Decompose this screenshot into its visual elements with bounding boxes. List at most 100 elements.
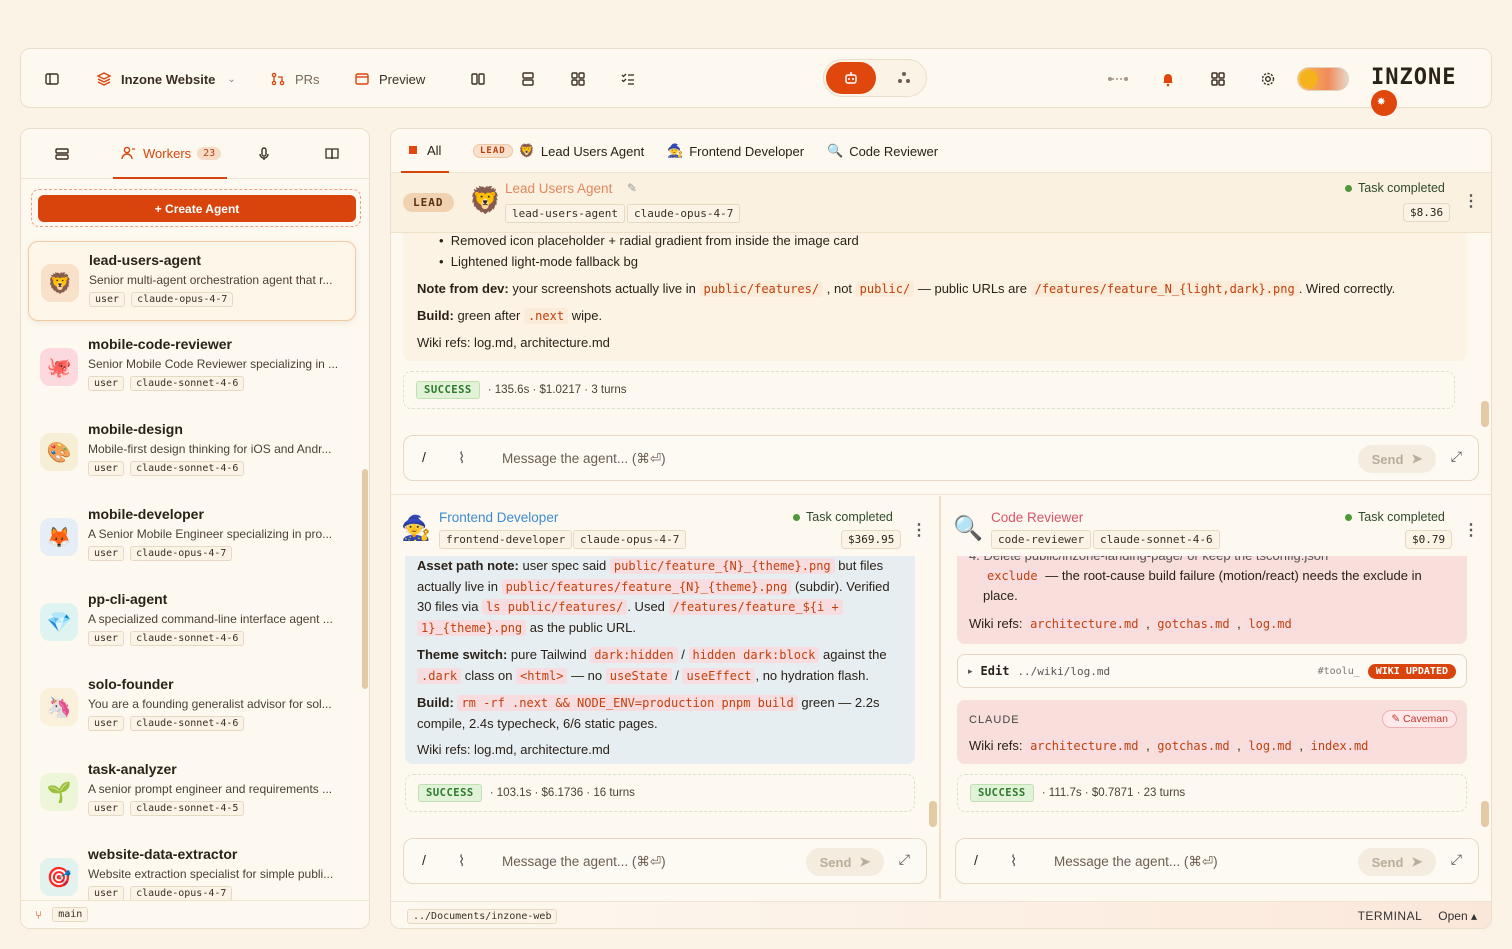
tab-all[interactable]: All	[401, 129, 450, 173]
wiki-refs: Wiki refs: architecture.md , gotchas.md …	[969, 736, 1373, 756]
paperclip-icon[interactable]: ⌇	[1010, 852, 1017, 870]
reviewer-menu-button[interactable]: ⋮	[1463, 520, 1479, 540]
robot-icon	[842, 69, 860, 87]
inline-code[interactable]: architecture.md	[1026, 615, 1143, 632]
tab-frontend[interactable]: 🧙 Frontend Developer	[667, 129, 804, 173]
reviewer-model: claude-sonnet-4-6	[1093, 530, 1220, 549]
book-icon	[323, 145, 341, 163]
avatar-emoji: 🎨	[46, 441, 72, 464]
agent-model-tag: claude-opus-4-7	[130, 546, 233, 561]
magnifier-icon: 🔍	[827, 143, 844, 158]
rows-icon	[519, 70, 537, 88]
cwd-path[interactable]: ../Documents/inzone-web	[407, 908, 558, 924]
gear-icon	[1259, 70, 1277, 88]
agent-list-item[interactable]: 🦊 mobile-developer A Senior Mobile Enginee…	[28, 496, 356, 576]
inline-code: /features/feature_N_{light,dark}.png	[1030, 281, 1299, 297]
layout-grid-button[interactable]	[569, 49, 587, 109]
tab-list[interactable]	[53, 129, 71, 179]
build-label: Build:	[417, 308, 454, 323]
avatar-emoji: 🦁	[47, 272, 73, 295]
send-button[interactable]: Send ➤	[1358, 445, 1436, 473]
preview-button[interactable]: Preview	[353, 49, 425, 109]
apps-button[interactable]	[1209, 49, 1227, 109]
expand-icon[interactable]: ⤢	[1451, 448, 1462, 465]
agent-description: Senior Mobile Code Reviewer specializing…	[88, 357, 339, 371]
branch-name[interactable]: main	[52, 907, 89, 922]
inline-code[interactable]: log.md	[1244, 615, 1296, 632]
agent-model-tag: claude-sonnet-4-6	[130, 461, 245, 476]
send-button[interactable]: Send ➤	[1358, 848, 1436, 876]
settings-button[interactable]	[1259, 49, 1277, 109]
inline-code[interactable]: index.md	[1306, 738, 1373, 754]
tab-reviewer[interactable]: 🔍 Code Reviewer	[827, 129, 938, 173]
wizard-avatar-icon: 🧙	[401, 515, 431, 542]
msg-text: against the	[823, 647, 887, 662]
inline-code[interactable]: architecture.md	[1026, 738, 1143, 754]
sidebar-toggle-button[interactable]	[43, 49, 61, 109]
frontend-scrollbar[interactable]	[929, 801, 937, 827]
terminal-label[interactable]: TERMINAL	[1358, 909, 1423, 923]
reviewer-panel-name: Code Reviewer	[991, 510, 1084, 525]
tab-docs[interactable]	[323, 129, 341, 179]
frontend-menu-button[interactable]: ⋮	[911, 520, 927, 540]
send-button[interactable]: Send ➤	[806, 848, 884, 876]
layout-columns-button[interactable]	[469, 49, 487, 109]
reviewer-message-input[interactable]: / ⌇ Message the agent... (⌘⏎) Send ➤ ⤢	[955, 838, 1479, 884]
paperclip-icon[interactable]: ⌇	[458, 852, 465, 870]
checklist-button[interactable]	[619, 49, 637, 109]
main-area: All LEAD 🦁 Lead Users Agent 🧙 Frontend D…	[390, 128, 1492, 929]
tab-lead-agent[interactable]: LEAD 🦁 Lead Users Agent	[473, 129, 644, 173]
terminal-open-button[interactable]: Open ▴	[1438, 909, 1477, 923]
prs-button[interactable]: PRs	[269, 49, 320, 109]
project-selector[interactable]: Inzone Website ⌄	[95, 49, 236, 109]
reviewer-scrollbar[interactable]	[1481, 801, 1489, 827]
magnifier-avatar-icon: 🔍	[953, 515, 983, 542]
inline-code[interactable]: gotchas.md	[1153, 615, 1234, 632]
agent-list-item[interactable]: 🦄 solo-founder You are a founding generali…	[28, 666, 356, 746]
create-agent-button[interactable]: + Create Agent	[38, 195, 356, 222]
inline-code: rm -rf .next && NODE_ENV=production pnpm…	[457, 695, 798, 711]
tab-voice[interactable]	[255, 129, 273, 179]
agent-avatar-icon: 🦄	[40, 688, 78, 726]
lion-icon: 🦁	[518, 143, 535, 158]
connection-icon	[1107, 70, 1129, 88]
frontend-status: Task completed	[793, 510, 893, 524]
agent-list-item[interactable]: 🐙 mobile-code-reviewer Senior Mobile Code …	[28, 326, 356, 406]
agent-model-tag: claude-sonnet-4-6	[130, 716, 245, 731]
multi-agent-mode-button[interactable]	[882, 62, 926, 94]
tab-workers[interactable]: Workers 23	[113, 129, 228, 179]
paperclip-icon[interactable]: ⌇	[458, 449, 465, 467]
expand-icon[interactable]: ⤢	[1451, 851, 1462, 868]
agent-name: mobile-design	[88, 421, 183, 437]
agent-list-item[interactable]: 💎 pp-cli-agent A specialized command-line …	[28, 581, 356, 661]
agent-name: lead-users-agent	[89, 252, 202, 268]
agent-mode-button[interactable]	[826, 62, 876, 94]
lead-scrollbar[interactable]	[1481, 401, 1489, 427]
status-dot	[793, 513, 800, 521]
agent-list-item[interactable]: 🦁 lead-users-agent Senior multi-agent orch…	[28, 241, 356, 321]
agent-list-item[interactable]: 🌱 task-analyzer A senior prompt engineer a…	[28, 751, 356, 831]
slash-command-icon[interactable]: /	[422, 852, 426, 868]
logo-text: INZONE	[1371, 65, 1457, 90]
connection-button[interactable]	[1107, 49, 1129, 109]
lead-panel-slug: lead-users-agent	[505, 204, 625, 223]
status-dot	[1345, 184, 1352, 192]
create-agent-area: + Create Agent	[31, 189, 361, 227]
lead-panel-model: claude-opus-4-7	[627, 204, 741, 223]
edit-pencil-icon[interactable]: ✎	[627, 181, 637, 195]
expand-icon[interactable]: ⤢	[899, 851, 910, 868]
edit-tool-row[interactable]: ▸ Edit ../wiki/log.md #toolu_ WIKI UPDAT…	[957, 654, 1467, 688]
layout-rows-button[interactable]	[519, 49, 537, 109]
notifications-button[interactable]	[1159, 49, 1177, 109]
slash-command-icon[interactable]: /	[974, 852, 978, 868]
inline-code[interactable]: log.md	[1244, 738, 1296, 754]
frontend-message-input[interactable]: / ⌇ Message the agent... (⌘⏎) Send ➤ ⤢	[403, 838, 927, 884]
agent-list-item[interactable]: 🎨 mobile-design Mobile-first design thinki…	[28, 411, 356, 491]
theme-toggle[interactable]	[1297, 67, 1349, 91]
slash-command-icon[interactable]: /	[422, 449, 426, 465]
lead-panel-menu-button[interactable]: ⋮	[1463, 191, 1479, 211]
sidebar-scrollbar[interactable]	[362, 469, 368, 689]
inline-code[interactable]: gotchas.md	[1153, 738, 1234, 754]
note-text: — public URLs are	[917, 281, 1027, 296]
lead-message-input[interactable]: / ⌇ Message the agent... (⌘⏎) Send ➤ ⤢	[403, 435, 1479, 481]
